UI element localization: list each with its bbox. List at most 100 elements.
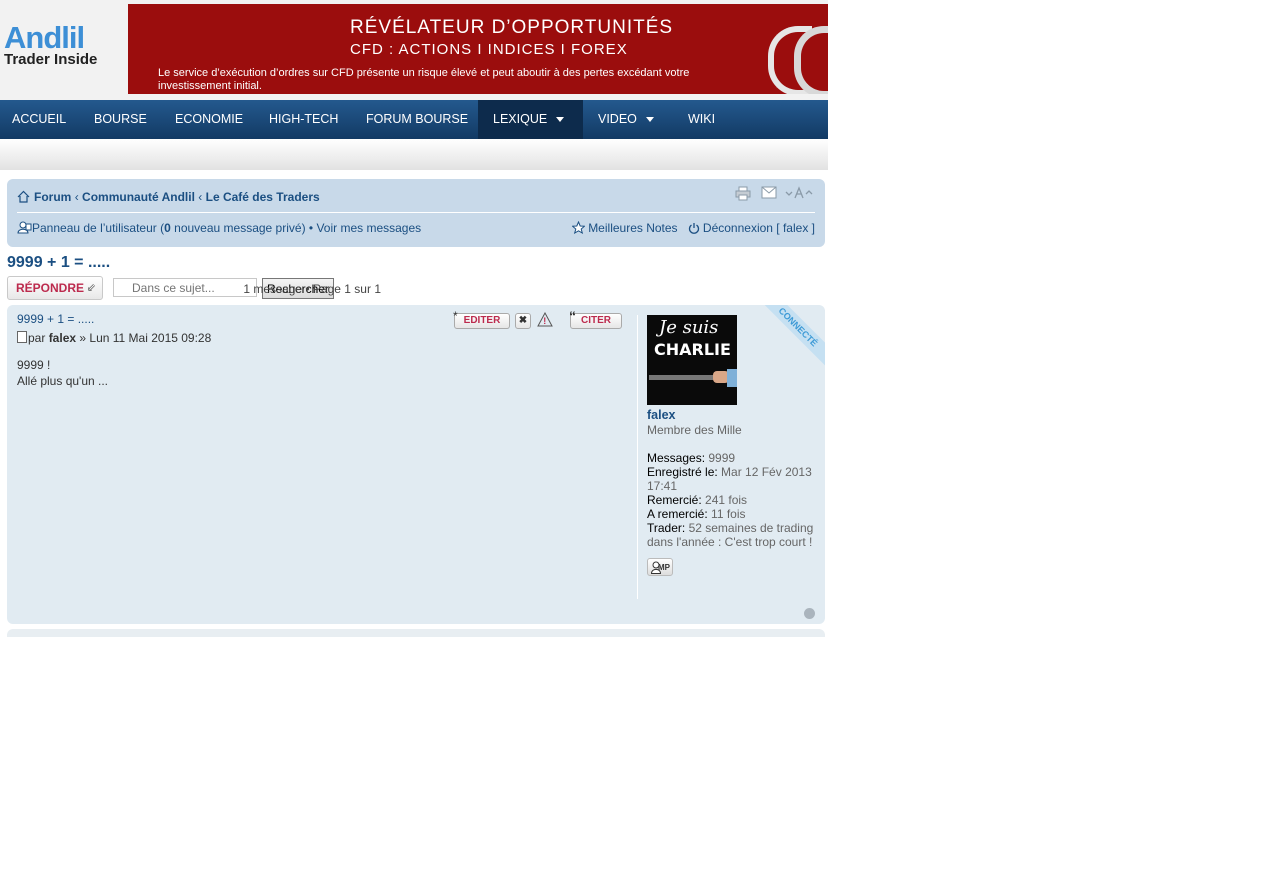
edit-label: EDITER	[463, 315, 501, 326]
field-label: Messages:	[647, 451, 706, 465]
next-post-edge	[7, 629, 825, 637]
field-label: A remercié:	[647, 507, 708, 521]
post-title[interactable]: 9999 + 1 = .....	[17, 312, 94, 326]
post-author[interactable]: falex	[49, 331, 76, 345]
profile-thanked: Remercié: 241 fois	[647, 493, 822, 507]
page: Andlil Trader Inside RÉVÉLATEUR D’OPPORT…	[0, 0, 828, 637]
print-icon[interactable]	[735, 186, 751, 204]
thanked-count[interactable]: 241 fois	[705, 493, 747, 507]
home-icon[interactable]	[17, 190, 30, 203]
nav-label: ECONOMIE	[175, 112, 244, 126]
ad-banner[interactable]: RÉVÉLATEUR D’OPPORTUNITÉS CFD : ACTIONS …	[128, 4, 828, 94]
profile-messages: Messages: 9999	[647, 451, 822, 465]
post: 9999 + 1 = ..... par falex » Lun 11 Mai …	[7, 305, 825, 624]
delete-icon[interactable]: ✖	[515, 313, 531, 329]
banner-disclaimer: Le service d’exécution d’ordres sur CFD …	[158, 67, 690, 92]
logo-title: Andlil	[4, 20, 85, 55]
email-icon[interactable]	[761, 186, 777, 202]
andlil-logo[interactable]: Andlil Trader Inside	[4, 22, 114, 74]
ucp-link[interactable]: Panneau de l’utilisateur	[32, 221, 157, 235]
nav-item-high-tech[interactable]: HIGH-TECH	[269, 100, 338, 139]
nav-label: WIKI	[688, 112, 716, 126]
back-to-top-icon[interactable]	[804, 608, 815, 619]
svg-text:!: !	[543, 316, 546, 326]
topic-title[interactable]: 9999 + 1 = .....	[7, 254, 110, 272]
nav-label: VIDEO	[598, 112, 637, 126]
font-size-icon[interactable]	[785, 186, 815, 203]
nav-item-forum-bourse[interactable]: FORUM BOURSE	[366, 100, 468, 139]
quote-label: CITER	[581, 315, 611, 326]
quote-icon: “	[569, 308, 576, 324]
breadcrumb-forum[interactable]: Forum	[34, 190, 71, 204]
topic-search-input[interactable]	[113, 278, 257, 297]
profile-trader: Trader: 52 semaines de trading dans l'an…	[647, 521, 822, 549]
chevron-down-icon	[645, 117, 654, 123]
nav-item-wiki[interactable]: WIKI	[688, 100, 715, 139]
field-label: Trader:	[647, 521, 686, 535]
site-header: Andlil Trader Inside RÉVÉLATEUR D’OPPORT…	[0, 0, 828, 100]
power-icon	[688, 223, 699, 234]
post-icon[interactable]	[17, 331, 27, 343]
nav-item-accueil[interactable]: ACCUEIL	[12, 100, 66, 139]
nav-label: FORUM BOURSE	[366, 112, 469, 126]
breadcrumb-cafe[interactable]: Le Café des Traders	[206, 190, 320, 204]
reply-button[interactable]: RÉPONDRE ⇙	[7, 276, 103, 300]
post-content: 9999 ! Allé plus qu'un ...	[17, 357, 108, 389]
edit-button[interactable]: EDITER	[454, 313, 510, 329]
avatar[interactable]: Je suis CHARLIE	[647, 315, 737, 405]
nav-item-lexique[interactable]: LEXIQUE	[478, 100, 583, 139]
profile-rank: Membre des Mille	[647, 423, 742, 437]
breadcrumb-separator: ‹	[198, 190, 203, 204]
user-icon	[17, 221, 32, 234]
best-notes-link[interactable]: Meilleures Notes	[588, 221, 677, 235]
nav-item-video[interactable]: VIDEO	[598, 100, 654, 139]
by-label: par	[28, 331, 46, 345]
navbar-divider	[17, 212, 815, 213]
avatar-text: Je suis	[659, 317, 719, 338]
report-icon[interactable]: !	[537, 311, 553, 330]
nav-item-economie[interactable]: ECONOMIE	[175, 100, 243, 139]
logout-link[interactable]: Déconnexion [ falex ]	[703, 221, 815, 235]
pm-link[interactable]: nouveau message privé	[174, 221, 301, 235]
star-icon	[571, 220, 586, 235]
reply-label: RÉPONDRE	[16, 281, 85, 295]
forum-navbar: Forum ‹ Communauté Andlil ‹ Le Café des …	[7, 179, 825, 247]
banner-headline: RÉVÉLATEUR D’OPPORTUNITÉS	[350, 17, 674, 38]
field-label: Remercié:	[647, 493, 702, 507]
nav-item-bourse[interactable]: BOURSE	[94, 100, 147, 139]
post-line: Allé plus qu'un ...	[17, 374, 109, 388]
chevron-down-icon	[556, 117, 565, 123]
sub-nav-bar	[0, 139, 828, 170]
messages-count[interactable]: 9999	[708, 451, 735, 465]
nav-label: ACCUEIL	[12, 112, 67, 126]
avatar-text: CHARLIE	[654, 340, 731, 359]
user-icon	[651, 561, 661, 574]
profile-registered: Enregistré le: Mar 12 Fév 2013 17:41	[647, 465, 822, 493]
post-author-line: par falex » Lun 11 Mai 2015 09:28	[17, 331, 211, 345]
breadcrumb: Forum ‹ Communauté Andlil ‹ Le Café des …	[17, 190, 320, 204]
nav-label: HIGH-TECH	[269, 112, 339, 126]
banner-subline: CFD : ACTIONS I INDICES I FOREX	[350, 41, 628, 58]
page-tools	[735, 186, 815, 202]
field-label: Enregistré le:	[647, 465, 718, 479]
logo-subtitle: Trader Inside	[4, 51, 98, 68]
nav-label: BOURSE	[94, 112, 147, 126]
post-date: » Lun 11 Mai 2015 09:28	[79, 331, 212, 345]
user-control-panel: Panneau de l’utilisateur (0 nouveau mess…	[17, 221, 421, 235]
reply-arrow-icon: ⇙	[86, 282, 96, 294]
breadcrumb-separator: ‹	[74, 190, 79, 204]
nav-label: LEXIQUE	[493, 112, 548, 126]
profile-divider	[637, 315, 638, 599]
profile-has-thanked: A remercié: 11 fois	[647, 507, 822, 521]
ig-logo	[768, 26, 828, 94]
breadcrumb-communaute[interactable]: Communauté Andlil	[82, 190, 195, 204]
pm-count: 0	[164, 221, 171, 235]
profile-username[interactable]: falex	[647, 408, 822, 422]
view-messages-link[interactable]: Voir mes messages	[316, 221, 421, 235]
pm-button[interactable]: MP	[647, 558, 673, 576]
has-thanked-count[interactable]: 11 fois	[711, 507, 745, 521]
main-nav: ACCUEIL BOURSE ECONOMIE HIGH-TECH FORUM …	[0, 100, 828, 139]
quote-button[interactable]: CITER	[570, 313, 622, 329]
asterisk-icon: *	[453, 309, 458, 323]
post-line: 9999 !	[17, 358, 51, 372]
